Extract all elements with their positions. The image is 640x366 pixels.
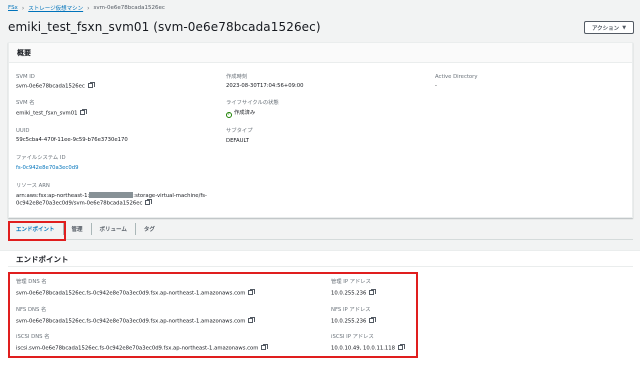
svm-name-label: SVM 名 (16, 100, 35, 106)
redacted-account-id (89, 192, 134, 198)
actions-button[interactable]: アクション ▼ (584, 21, 634, 34)
tab-bar: エンドポイント 管理 ボリューム タグ (8, 218, 633, 240)
actions-button-label: アクション (591, 25, 620, 32)
fs-id-link[interactable]: fs-0c942e8e70a3ec0d9 (16, 165, 78, 172)
caret-down-icon: ▼ (622, 24, 627, 31)
tab-tags[interactable]: タグ (134, 222, 163, 235)
lifecycle-value: 作成済み (234, 110, 256, 116)
arn-suffix: :storage-virtual-machine/fs- (133, 193, 207, 199)
svm-id-field: svm-0e6e78bcada1526ec (16, 82, 95, 91)
tab-volumes[interactable]: ボリューム (90, 222, 135, 235)
copy-icon[interactable] (80, 109, 88, 115)
arn-value-line1: arn:aws:fsx:ap-northeast-1: :storage-virt… (16, 192, 207, 200)
breadcrumb-fsx-link[interactable]: FSx (8, 5, 18, 11)
tab-administration[interactable]: 管理 (62, 222, 91, 235)
arn-tail: 0c942e8e70a3ec0d9/svm-0e6e78bcada1526ec (16, 200, 143, 207)
breadcrumb-svm-list-link[interactable]: ストレージ仮想マシン (28, 4, 83, 12)
copy-icon[interactable] (145, 199, 153, 205)
svm-name-field: emiki_test_fsxn_svm01 (16, 109, 88, 118)
svm-id-value: svm-0e6e78bcada1526ec (16, 83, 85, 90)
subtype-label: サブタイプ (226, 128, 253, 134)
ad-value: - (435, 83, 437, 89)
uuid-value: 59c5cba4-470f-11ee-9c59-b76e3730e170 (16, 137, 128, 143)
endpoints-highlight-box (8, 272, 418, 358)
summary-panel: 概要 SVM ID svm-0e6e78bcada1526ec SVM 名 em… (8, 42, 633, 218)
copy-icon[interactable] (87, 82, 95, 88)
subtype-value: DEFAULT (226, 138, 249, 144)
ad-label: Active Directory (435, 74, 478, 80)
arn-prefix: arn:aws:fsx:ap-northeast-1: (16, 193, 90, 199)
arn-value-line2: 0c942e8e70a3ec0d9/svm-0e6e78bcada1526ec (16, 199, 153, 208)
summary-heading: 概要 (9, 43, 632, 63)
created-value: 2023-08-30T17:04:56+09:00 (226, 83, 304, 89)
svm-name-value: emiki_test_fsxn_svm01 (16, 110, 78, 117)
arn-label: リソース ARN (16, 183, 50, 189)
divider (8, 266, 633, 267)
uuid-label: UUID (16, 128, 30, 134)
chevron-right-icon: › (87, 4, 90, 12)
lifecycle-field: ✓ 作成済み (226, 110, 255, 118)
created-label: 作成時刻 (226, 74, 248, 80)
breadcrumb-current: svm-0e6e78bcada1526ec (93, 5, 165, 11)
check-circle-icon: ✓ (226, 111, 232, 118)
endpoints-tab-highlight (8, 221, 66, 241)
lifecycle-label: ライフサイクルの状態 (226, 100, 279, 106)
chevron-right-icon: › (21, 4, 25, 12)
page-title: emiki_test_fsxn_svm01 (svm-0e6e78bcada15… (8, 20, 321, 34)
endpoints-heading: エンドポイント (16, 255, 69, 264)
fs-id-label: ファイルシステム ID (16, 155, 66, 161)
svm-id-label: SVM ID (16, 74, 35, 80)
breadcrumb: FSx › ストレージ仮想マシン › svm-0e6e78bcada1526ec (8, 3, 165, 13)
